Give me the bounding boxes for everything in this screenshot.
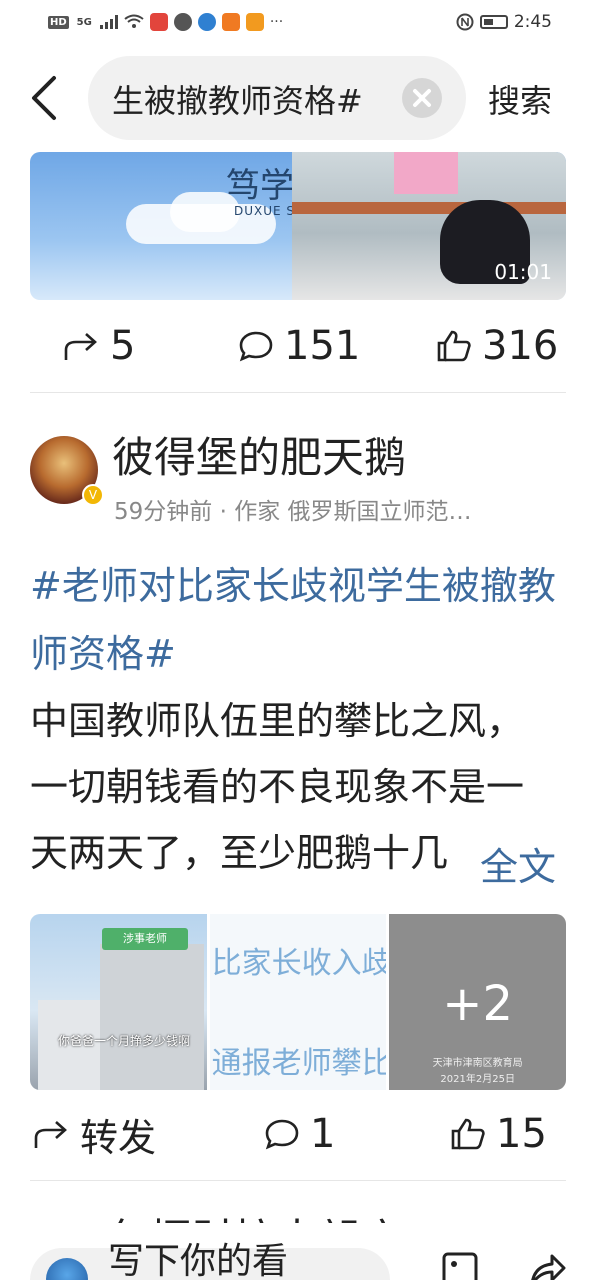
- image-caption: 你爸爸一个月挣多少钱啊: [58, 1034, 191, 1048]
- post-body-line: 一切朝钱看的不良现象不是一: [30, 765, 525, 809]
- signal-icon: [99, 15, 118, 29]
- back-button[interactable]: [26, 74, 66, 122]
- post-image-3[interactable]: +2 天津市津南区教育局 2021年2月25日: [389, 914, 566, 1090]
- video-duration: 01:01: [494, 260, 552, 284]
- status-bar: HD 5G ··· 2:45: [0, 0, 596, 44]
- comment-icon: [239, 331, 273, 362]
- comment-bar: 写下你的看: [0, 1230, 596, 1280]
- previous-post-actions: 5 151 316: [0, 316, 596, 376]
- wifi-icon: [124, 14, 144, 28]
- post-hashtag[interactable]: #老师对比家长歧视学生被撤教师资格#: [30, 552, 570, 688]
- post-image-grid: 涉事老师 你爸爸一个月挣多少钱啊 比家长收入歧视 通报老师攀比家 +2 天津市津…: [30, 914, 566, 1090]
- thumbs-up-icon: [451, 1118, 485, 1150]
- image-footer: 天津市津南区教育局: [432, 1058, 523, 1069]
- post-divider: [30, 1180, 566, 1181]
- comment-count: 151: [284, 323, 361, 369]
- building-shape: [100, 944, 204, 1090]
- search-query: 生被撤教师资格#: [112, 82, 363, 120]
- post-meta: 59分钟前 · 作家 俄罗斯国立师范…: [114, 499, 472, 525]
- comment-count: 1: [310, 1111, 336, 1157]
- taobao-app-icon: [221, 13, 240, 31]
- video-thumbnail[interactable]: 笃学 DUXUE S 01:01: [30, 152, 566, 300]
- like-button[interactable]: 316: [436, 316, 558, 376]
- like-count: 316: [482, 323, 559, 369]
- video-logo: 笃学: [226, 166, 294, 206]
- comment-placeholder: 写下你的看: [108, 1241, 289, 1280]
- wechat-app-icon: [173, 13, 192, 31]
- more-images-count: +2: [442, 976, 514, 1032]
- post-actions: 转发 1 15: [0, 1104, 596, 1164]
- network-badge: 5G: [76, 16, 92, 28]
- author-name[interactable]: 彼得堡的肥天鹅: [112, 424, 406, 485]
- post-image-1[interactable]: 涉事老师 你爸爸一个月挣多少钱啊: [30, 914, 207, 1090]
- image-text: 通报老师攀比家: [211, 1046, 387, 1081]
- close-icon: [413, 89, 431, 107]
- post-body-line: 中国教师队伍里的攀比之风，: [30, 699, 525, 743]
- like-count: 15: [496, 1111, 547, 1157]
- video-app-icon: [245, 13, 264, 31]
- image-picker-icon[interactable]: [440, 1248, 480, 1280]
- comment-icon: [265, 1119, 299, 1150]
- repost-button[interactable]: 转发: [32, 1104, 156, 1164]
- repost-label: 转发: [80, 1115, 157, 1160]
- more-notifications-icon: ···: [269, 14, 284, 30]
- repost-count: 5: [110, 323, 136, 369]
- status-right: 2:45: [456, 12, 552, 32]
- browser-app-icon: [197, 13, 216, 31]
- person-figure: [394, 152, 458, 194]
- repost-icon: [64, 333, 97, 360]
- hd-badge: HD: [48, 15, 69, 29]
- desk-edge: [292, 202, 566, 214]
- repost-button[interactable]: 5: [62, 316, 135, 376]
- nfc-icon: [456, 13, 474, 31]
- search-button[interactable]: 搜索: [488, 76, 552, 122]
- video-logo-en: DUXUE S: [234, 204, 296, 218]
- search-header: 生被撤教师资格# 搜索: [0, 56, 596, 140]
- status-left: HD 5G ···: [48, 13, 283, 31]
- clock: 2:45: [513, 12, 552, 32]
- comment-button[interactable]: 151: [238, 316, 360, 376]
- weibo-app-icon: [149, 13, 168, 31]
- post-divider: [30, 392, 566, 393]
- comment-button[interactable]: 1: [264, 1104, 335, 1164]
- battery-icon: [479, 15, 508, 29]
- post-image-2[interactable]: 比家长收入歧视 通报老师攀比家: [209, 914, 387, 1090]
- image-footer: 2021年2月25日: [440, 1074, 515, 1085]
- share-icon[interactable]: [526, 1248, 566, 1280]
- image-text: 比家长收入歧视: [211, 946, 387, 981]
- like-button[interactable]: 15: [450, 1104, 547, 1164]
- repost-icon: [34, 1121, 67, 1148]
- clear-search-button[interactable]: [402, 78, 442, 118]
- full-text-link[interactable]: 全文: [478, 836, 557, 891]
- verified-badge-icon: V: [82, 484, 104, 506]
- thumbs-up-icon: [437, 330, 471, 362]
- image-tag: 涉事老师: [102, 928, 188, 950]
- search-input[interactable]: 生被撤教师资格#: [88, 56, 466, 140]
